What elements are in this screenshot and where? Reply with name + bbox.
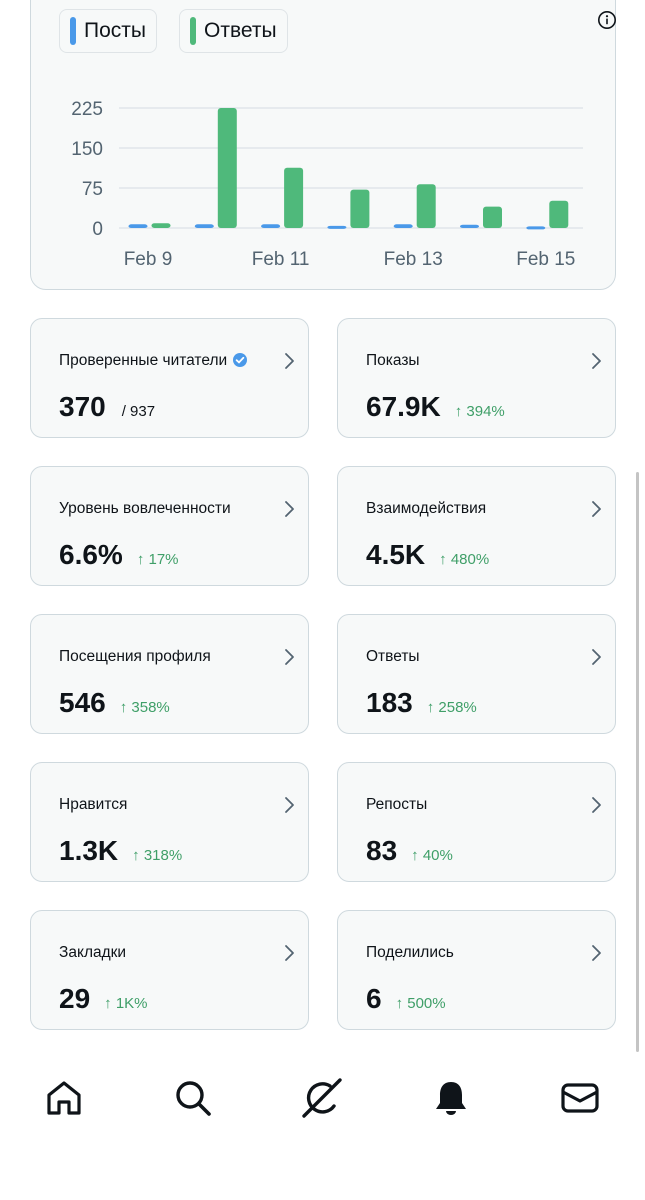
stat-value: 183 [366,687,413,718]
stat-title-text: Посещения профиля [59,648,211,665]
y-tick-label: 0 [92,219,103,240]
stat-title-text: Закладки [59,944,127,961]
bar-replies[interactable] [217,108,237,228]
chevron-right-icon [592,945,601,961]
stat-title: Взаимодействия [366,500,486,518]
stat-change: ↑ 40% [411,847,453,864]
nav-search-button[interactable] [171,1076,215,1120]
stat-value: 83 [366,835,398,866]
stat-title-text: Взаимодействия [366,500,487,517]
stat-title: Нравится [59,796,127,814]
chevron-right-icon [592,353,601,369]
stat-value: 29 [59,983,91,1014]
stat-title: Ответы [366,648,420,666]
stat-total: / 937 [121,403,156,420]
stat-tile[interactable]: Проверенные читатели 370 / 937 [30,318,309,438]
stat-change: ↑ 258% [426,699,477,716]
chevron-right-icon [592,797,601,813]
stat-change: ↑ 1K% [104,995,148,1012]
stat-tile[interactable]: Поделились 6 ↑ 500% [337,910,616,1030]
stat-tile[interactable]: Репосты 83 ↑ 40% [337,762,616,882]
stat-change: ↑ 17% [136,551,179,568]
analytics-chart-card: Посты Ответы 225 150 75 0 Feb 9 Feb 11 Feb 13 F… [30,0,616,290]
stat-title: Проверенные читатели [59,352,248,370]
stat-change: ↑ 500% [395,995,446,1012]
bar-posts[interactable] [128,224,148,228]
nav-home-button[interactable] [42,1076,86,1120]
nav-notifications-button[interactable] [429,1076,473,1120]
notifications-bell-icon [436,1082,466,1115]
stat-value: 546 [59,687,106,718]
stat-tile[interactable]: Взаимодействия 4.5K ↑ 480% [337,466,616,586]
bar-replies[interactable] [483,206,502,228]
bar-posts[interactable] [526,226,546,230]
stat-tile[interactable]: Показы 67.9K ↑ 394% [337,318,616,438]
scrollbar[interactable] [636,472,639,1052]
stat-change: ↑ 480% [439,551,490,568]
stat-value: 370 [59,391,106,422]
stat-title: Поделились [366,944,454,962]
x-tick-label: Feb 15 [516,249,575,270]
stat-title: Показы [366,352,420,370]
bar-replies[interactable] [284,167,304,228]
stat-tile[interactable]: Нравится 1.3K ↑ 318% [30,762,309,882]
chevron-right-icon [285,501,294,517]
stat-value: 6 [366,983,382,1014]
stat-title-text: Репосты [366,796,428,813]
stat-title: Уровень вовлеченности [59,500,231,518]
stat-value: 4.5K [366,539,426,570]
chevron-right-icon [285,945,294,961]
verified-badge-icon [233,353,248,367]
chevron-right-icon [285,649,294,665]
stat-value: 6.6% [59,539,123,570]
stat-change: ↑ 394% [454,403,505,420]
bar-replies[interactable] [151,223,171,228]
stat-title-text: Поделились [366,944,454,961]
stat-tile[interactable]: Посещения профиля 546 ↑ 358% [30,614,309,734]
x-tick-label: Feb 11 [252,249,310,270]
stat-title: Закладки [59,944,126,962]
search-icon [176,1081,211,1116]
bar-posts[interactable] [393,224,413,228]
nav-messages-button[interactable] [558,1076,602,1120]
y-tick-label: 150 [71,139,103,160]
stat-tile[interactable]: Закладки 29 ↑ 1K% [30,910,309,1030]
stat-value: 67.9K [366,391,441,422]
bottom-navigation [0,1068,645,1128]
x-tick-label: Feb 9 [124,249,173,270]
bar-chart: 225 150 75 0 Feb 9 Feb 11 Feb 13 Feb 15 [71,99,583,270]
chevron-right-icon [592,649,601,665]
chevron-right-icon [285,353,294,369]
bar-posts[interactable] [327,225,347,229]
stat-tile[interactable]: Уровень вовлеченности 6.6% ↑ 17% [30,466,309,586]
bar-replies[interactable] [416,184,436,228]
bar-posts[interactable] [261,224,281,228]
stat-value: 1.3K [59,835,119,866]
messages-envelope-icon [561,1083,599,1113]
nav-grok-button[interactable] [300,1076,344,1120]
stat-change: ↑ 318% [132,847,183,864]
stat-change: ↑ 358% [119,699,170,716]
stat-title-text: Показы [366,352,420,369]
chevron-right-icon [592,501,601,517]
y-tick-label: 225 [71,99,103,120]
stat-title-text: Уровень вовлеченности [59,500,231,517]
x-tick-label: Feb 13 [384,249,443,270]
y-tick-label: 75 [82,179,103,200]
bar-posts[interactable] [194,224,214,228]
bar-replies[interactable] [350,189,370,228]
stat-title: Посещения профиля [59,648,211,666]
chevron-right-icon [285,797,294,813]
stat-title-text: Проверенные читатели [59,352,228,369]
stat-title: Репосты [366,796,427,814]
home-icon [47,1081,81,1115]
bar-posts[interactable] [460,224,479,228]
stat-tile[interactable]: Ответы 183 ↑ 258% [337,614,616,734]
grok-icon [302,1078,342,1118]
stat-title-text: Ответы [366,648,420,665]
bar-replies[interactable] [549,200,569,228]
stat-title-text: Нравится [59,796,128,813]
